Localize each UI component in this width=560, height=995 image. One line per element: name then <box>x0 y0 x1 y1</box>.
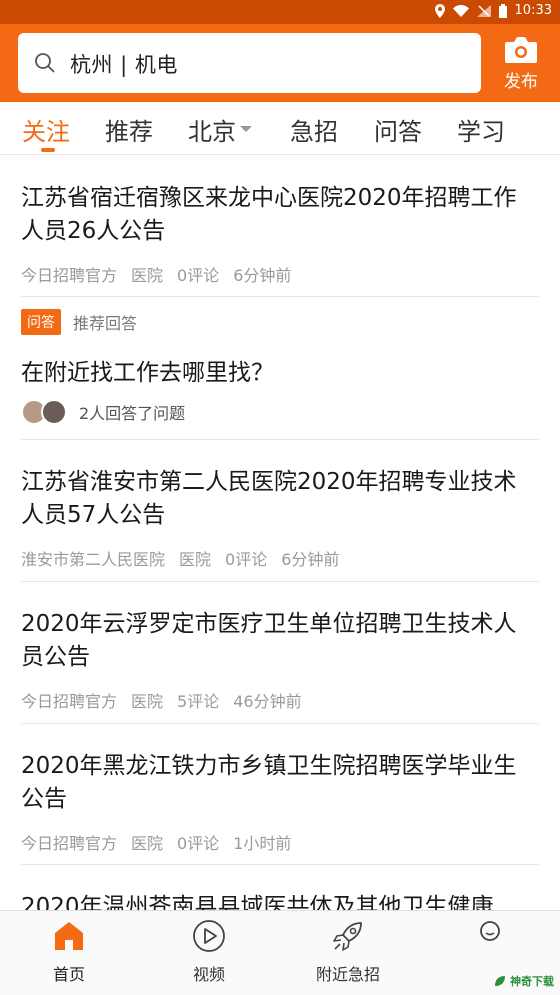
search-icon <box>35 53 55 73</box>
tab-study[interactable]: 学习 <box>457 112 505 147</box>
camera-icon <box>505 37 537 63</box>
news-category: 医院 <box>131 692 164 711</box>
news-time: 6分钟前 <box>281 550 340 569</box>
qa-label: 推荐回答 <box>73 314 138 333</box>
news-title: 江苏省宿迁宿豫区来龙中心医院2020年招聘工作人员26人公告 <box>21 185 517 244</box>
tab-follow[interactable]: 关注 <box>22 112 70 147</box>
status-icons: 10:33 <box>434 3 552 18</box>
news-item[interactable]: 江苏省淮安市第二人民医院2020年招聘专业技术人员57人公告 淮安市第二人民医院… <box>21 466 539 570</box>
header: 杭州 | 机电 发布 <box>0 24 560 102</box>
news-meta: 今日招聘官方 医院 0评论 6分钟前 <box>21 262 539 286</box>
answer-row: 2人回答了问题 <box>21 399 539 425</box>
watermark: 神奇下载 <box>493 973 554 989</box>
nav-nearby-urgent-label: 附近急招 <box>315 965 380 984</box>
avatar <box>41 399 67 425</box>
answer-count: 2人回答了问题 <box>79 404 186 423</box>
news-meta: 今日招聘官方 医院 0评论 1小时前 <box>21 830 539 854</box>
search-input[interactable]: 杭州 | 机电 <box>18 33 481 93</box>
qa-item[interactable]: 问答 推荐回答 在附近找工作去哪里找？ 2人回答了问题 <box>21 309 539 425</box>
wifi-icon <box>452 4 469 17</box>
news-meta: 今日招聘官方 医院 5评论 46分钟前 <box>21 688 539 712</box>
caret-down-icon <box>240 126 252 132</box>
news-category: 医院 <box>131 834 164 853</box>
news-title: 2020年黑龙江铁力市乡镇卫生院招聘医学毕业生公告 <box>21 753 517 812</box>
tab-recommend[interactable]: 推荐 <box>105 112 153 147</box>
nav-video[interactable]: 视频 <box>159 919 259 985</box>
news-item[interactable]: 2020年云浮罗定市医疗卫生单位招聘卫生技术人员公告 今日招聘官方 医院 5评论… <box>21 608 539 712</box>
search-text: 杭州 | 机电 <box>70 53 178 77</box>
rocket-icon <box>333 922 362 951</box>
clock: 10:33 <box>514 3 552 18</box>
location-icon <box>434 3 445 18</box>
status-bar: 10:33 <box>0 0 560 24</box>
qa-badge: 问答 <box>21 309 61 335</box>
news-title: 2020年云浮罗定市医疗卫生单位招聘卫生技术人员公告 <box>21 611 517 670</box>
divider <box>21 723 539 724</box>
divider <box>21 439 539 440</box>
news-source: 今日招聘官方 <box>21 834 118 853</box>
news-category: 医院 <box>131 266 164 285</box>
profile-icon <box>480 921 500 941</box>
news-comments: 0评论 <box>225 550 268 569</box>
qa-question: 在附近找工作去哪里找？ <box>21 360 274 386</box>
publish-label: 发布 <box>504 72 538 92</box>
tab-urgent[interactable]: 急招 <box>290 112 338 147</box>
tab-beijing-label: 北京 <box>188 118 236 146</box>
tab-qa[interactable]: 问答 <box>374 112 422 147</box>
feed: 江苏省宿迁宿豫区来龙中心医院2020年招聘工作人员26人公告 今日招聘官方 医院… <box>0 156 560 910</box>
news-comments: 0评论 <box>177 834 220 853</box>
news-source: 今日招聘官方 <box>21 266 118 285</box>
news-item[interactable]: 江苏省宿迁宿豫区来龙中心医院2020年招聘工作人员26人公告 今日招聘官方 医院… <box>21 182 539 286</box>
news-time: 1小时前 <box>233 834 292 853</box>
nav-profile[interactable] <box>440 919 540 961</box>
news-title: 2020年温州苍南县县域医共体及其他卫生健康 <box>21 894 494 910</box>
tab-bar: 关注 推荐 北京 急招 问答 学习 <box>0 102 560 155</box>
divider <box>21 296 539 297</box>
watermark-text: 神奇下载 <box>510 975 554 988</box>
divider <box>21 864 539 865</box>
news-time: 46分钟前 <box>233 692 302 711</box>
news-time: 6分钟前 <box>233 266 292 285</box>
battery-icon <box>498 3 507 18</box>
news-item[interactable]: 2020年温州苍南县县域医共体及其他卫生健康 <box>21 891 539 910</box>
news-meta: 淮安市第二人民医院 医院 0评论 6分钟前 <box>21 546 539 570</box>
nav-home-label: 首页 <box>52 965 85 984</box>
publish-button[interactable]: 发布 <box>497 33 545 93</box>
qa-header: 问答 推荐回答 <box>21 309 539 335</box>
leaf-icon <box>495 976 505 986</box>
nav-nearby-urgent[interactable]: 附近急招 <box>298 919 398 985</box>
news-title: 江苏省淮安市第二人民医院2020年招聘专业技术人员57人公告 <box>21 469 517 528</box>
active-tab-indicator <box>41 148 55 152</box>
play-icon <box>193 920 225 952</box>
news-comments: 5评论 <box>177 692 220 711</box>
bottom-nav: 首页 视频 附近急招 神奇下载 <box>0 910 560 995</box>
home-icon <box>55 922 83 950</box>
tab-beijing[interactable]: 北京 <box>188 112 252 147</box>
nav-video-label: 视频 <box>192 965 225 984</box>
divider <box>21 581 539 582</box>
news-item[interactable]: 2020年黑龙江铁力市乡镇卫生院招聘医学毕业生公告 今日招聘官方 医院 0评论 … <box>21 750 539 854</box>
news-source: 今日招聘官方 <box>21 692 118 711</box>
news-comments: 0评论 <box>177 266 220 285</box>
news-category: 医院 <box>179 550 212 569</box>
news-source: 淮安市第二人民医院 <box>21 550 166 569</box>
nav-home[interactable]: 首页 <box>19 919 119 985</box>
signal-icon <box>476 4 491 17</box>
